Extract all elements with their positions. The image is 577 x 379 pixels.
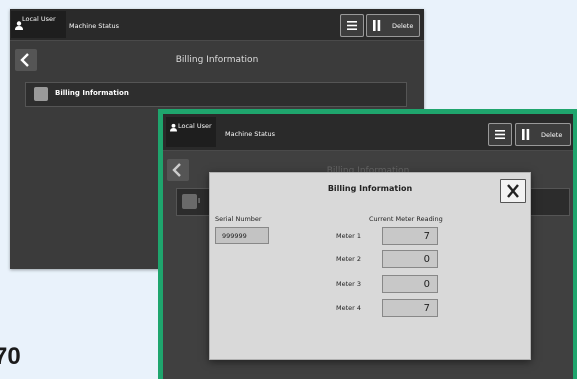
meter-3-label: Meter 3 [335,280,361,288]
current-meter-reading-label: Current Meter Reading [369,215,443,223]
machine-status-tab[interactable]: Machine Status [225,130,275,138]
billing-meter-icon [34,87,48,101]
meter-3-value: 0 [382,275,438,293]
top-bar: Local User Machine Status Delete [163,114,573,151]
page-title: Billing Information [175,55,259,65]
page-header: Billing Information [10,49,424,73]
meter-2-label: Meter 2 [335,255,361,263]
serial-number-label: Serial Number [215,215,262,223]
delete-button[interactable]: Delete [366,14,420,37]
front-screen: Local User Machine Status Delete Billing… [163,114,573,379]
local-user-button[interactable]: Local User [11,11,66,38]
meter-4-value: 7 [382,299,438,317]
meter-1-value: 7 [382,227,438,245]
machine-status-tab[interactable]: Machine Status [69,22,119,30]
meter-4-label: Meter 4 [335,304,361,312]
close-button[interactable] [500,179,526,203]
pause-icon [522,129,530,140]
local-user-label: Local User [22,15,56,23]
hamburger-icon [495,130,505,139]
billing-meter-icon [182,194,197,209]
delete-label: Delete [392,22,414,30]
page-number-fragment: 70 [0,343,21,370]
front-screen-frame: Local User Machine Status Delete Billing… [158,109,577,379]
row-label-fragment: I [198,197,201,205]
local-user-button[interactable]: Local User [166,117,216,147]
billing-information-row[interactable]: Billing Information [25,82,407,107]
dialog-title: Billing Information [327,184,413,193]
delete-button[interactable]: Delete [515,123,571,146]
delete-label: Delete [541,131,563,139]
user-icon [170,123,177,132]
local-user-label: Local User [178,122,212,130]
pause-icon [373,20,381,31]
menu-button[interactable] [340,14,364,37]
meter-2-value: 0 [382,250,438,268]
billing-information-label: Billing Information [55,89,129,97]
close-icon [507,184,519,198]
serial-number-value: 999999 [215,227,269,244]
top-bar: Local User Machine Status Delete [10,9,424,41]
billing-information-dialog: Billing Information Serial Number 999999… [209,172,531,360]
hamburger-icon [347,21,357,30]
meter-1-label: Meter 1 [335,232,361,240]
menu-button[interactable] [488,123,512,146]
